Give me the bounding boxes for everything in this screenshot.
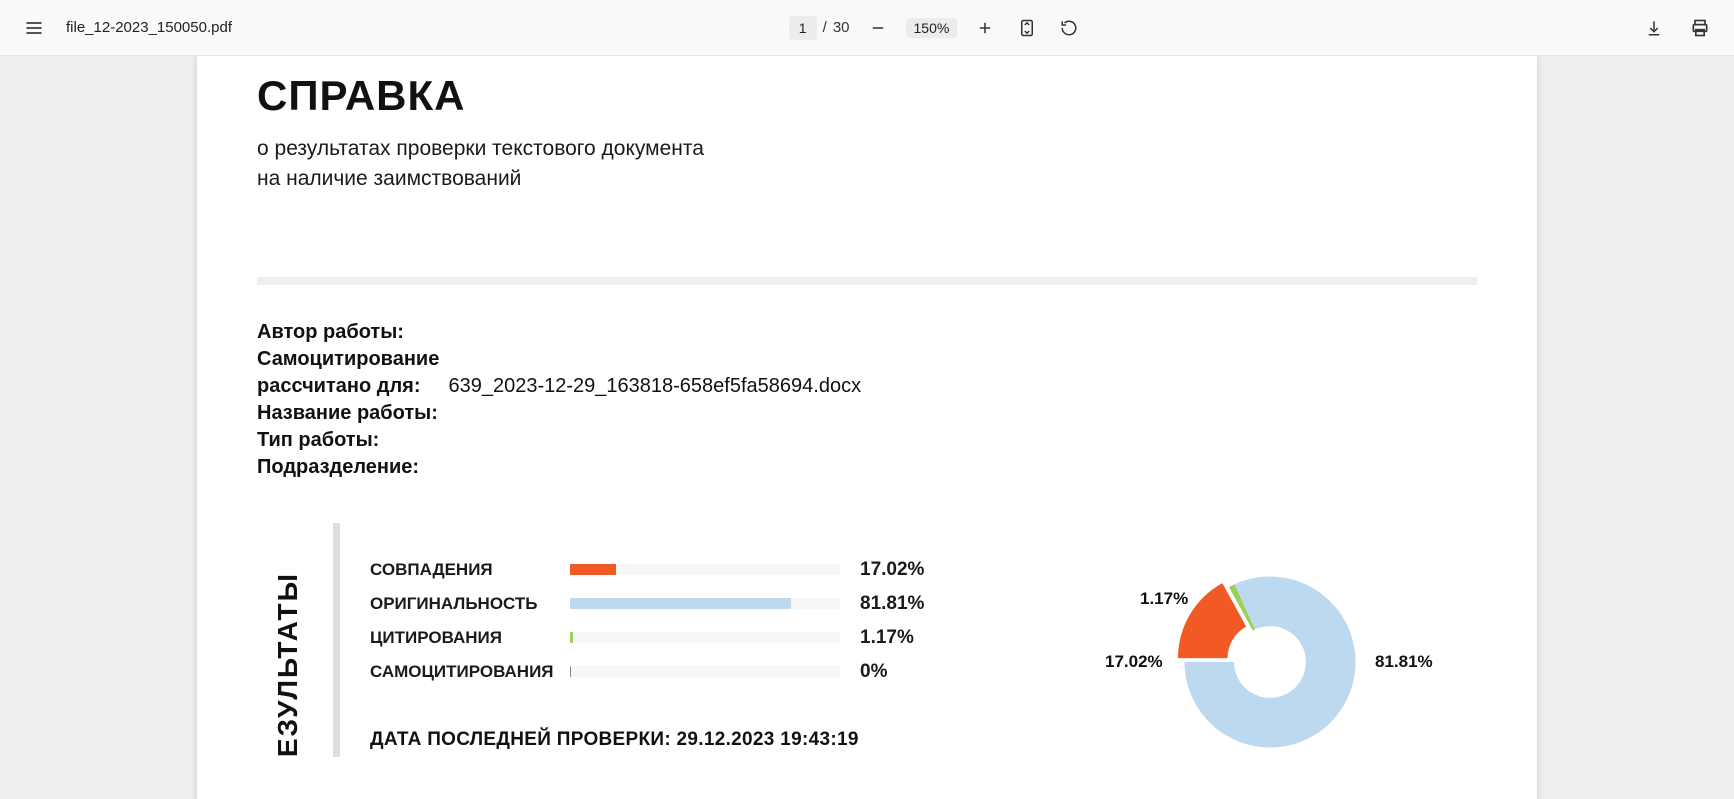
- page-indicator: / 30: [789, 16, 850, 40]
- bar-row-matches: СОВПАДЕНИЯ 17.02%: [370, 559, 1070, 581]
- meta-block: Автор работы: Самоцитирование рассчитано…: [257, 319, 1477, 481]
- results-section: ЕЗУЛЬТАТЫ СОВПАДЕНИЯ 17.02% ОРИГИНАЛЬНОС…: [257, 523, 1477, 757]
- page-sep: /: [823, 19, 827, 36]
- zoom-level[interactable]: 150%: [906, 18, 958, 38]
- download-button[interactable]: [1640, 14, 1668, 42]
- page-input[interactable]: [789, 16, 817, 40]
- menu-icon[interactable]: [20, 14, 48, 42]
- pie-chart: [1175, 567, 1365, 757]
- meta-worktitle-label: Название работы:: [257, 400, 438, 427]
- meta-calcfor-label: рассчитано для:: [257, 373, 420, 400]
- pie-label: 81.81%: [1375, 652, 1433, 672]
- pie-label: 1.17%: [1140, 589, 1188, 609]
- doc-subtitle: о результатах проверки текстового докуме…: [257, 134, 1477, 195]
- meta-calcfor-value: 639_2023-12-29_163818-658ef5fa58694.docx: [448, 373, 861, 400]
- pie-column: 17.02% 1.17% 81.81%: [1100, 559, 1440, 757]
- divider: [257, 277, 1477, 285]
- pie-label: 17.02%: [1105, 652, 1163, 672]
- document-viewport[interactable]: СПРАВКА о результатах проверки текстовог…: [0, 56, 1734, 799]
- results-divider: [333, 523, 340, 757]
- zoom-out-button[interactable]: [864, 14, 892, 42]
- check-date: ДАТА ПОСЛЕДНЕЙ ПРОВЕРКИ: 29.12.2023 19:4…: [370, 729, 1070, 751]
- page-total: 30: [833, 19, 850, 36]
- zoom-in-button[interactable]: [971, 14, 999, 42]
- meta-dept-label: Подразделение:: [257, 454, 419, 481]
- bar-row-original: ОРИГИНАЛЬНОСТЬ 81.81%: [370, 593, 1070, 615]
- meta-author-label: Автор работы:: [257, 319, 404, 346]
- rotate-button[interactable]: [1055, 14, 1083, 42]
- filename-label: file_12-2023_150050.pdf: [66, 19, 232, 36]
- meta-selfcite-label: Самоцитирование: [257, 346, 439, 373]
- fit-page-button[interactable]: [1013, 14, 1041, 42]
- doc-title: СПРАВКА: [257, 56, 1477, 120]
- bar-row-citations: ЦИТИРОВАНИЯ 1.17%: [370, 627, 1070, 649]
- pdf-page: СПРАВКА о результатах проверки текстовог…: [197, 56, 1537, 799]
- pdf-toolbar: file_12-2023_150050.pdf / 30 150%: [0, 0, 1734, 56]
- results-vertical-label: ЕЗУЛЬТАТЫ: [272, 572, 304, 757]
- bars-column: СОВПАДЕНИЯ 17.02% ОРИГИНАЛЬНОСТЬ 81.81% …: [370, 559, 1070, 757]
- print-button[interactable]: [1686, 14, 1714, 42]
- bar-row-selfcite: САМОЦИТИРОВАНИЯ 0%: [370, 661, 1070, 683]
- meta-worktype-label: Тип работы:: [257, 427, 379, 454]
